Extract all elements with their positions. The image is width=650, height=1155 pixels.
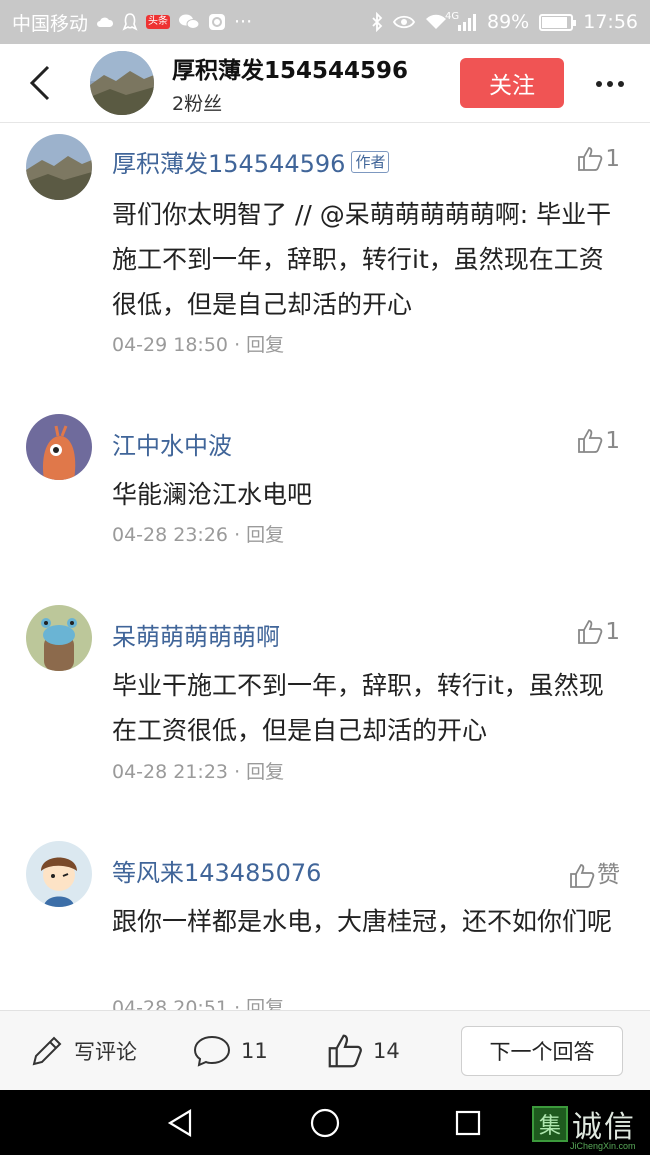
commenter-name-text: 呆萌萌萌萌萌啊 — [112, 623, 280, 651]
status-bar: 中国移动 头条 ··· 4G 89% 17:56 — [0, 0, 650, 44]
commenter-name-text: 等风来143485076 — [112, 859, 322, 887]
like-count-total: 14 — [373, 1039, 400, 1063]
comment-time: 04-28 21:23 — [112, 761, 229, 783]
watermark-text: 诚信 — [572, 1110, 636, 1145]
comment-time: 04-29 18:50 — [112, 334, 229, 356]
watermark-url: JiChengXin.com — [570, 1141, 636, 1151]
commenter-name[interactable]: 厚积薄发154544596 作者 — [112, 144, 390, 179]
reply-link[interactable]: · 回复 — [234, 997, 284, 1010]
reply-link[interactable]: · 回复 — [234, 761, 284, 783]
clock: 17:56 — [583, 11, 638, 33]
comment-meta: 04-28 23:26 · 回复 — [112, 520, 284, 547]
like-count: 1 — [605, 619, 620, 645]
commenter-avatar[interactable] — [26, 605, 92, 671]
comment-count: 11 — [241, 1039, 268, 1063]
back-button[interactable] — [0, 44, 80, 123]
nav-home-button[interactable] — [285, 1090, 365, 1155]
wifi-icon — [425, 14, 447, 30]
news-badge: 头条 — [146, 15, 171, 29]
comment-text: 毕业干施工不到一年，辞职，转行it，虽然现在工资很低，但是自己却活的开心 — [112, 671, 604, 745]
app-notification-icon — [122, 12, 138, 32]
thumbs-up-icon — [578, 620, 603, 644]
commenter-name[interactable]: 等风来143485076 — [112, 853, 321, 888]
more-dot-icon — [596, 81, 602, 87]
battery-percent: 89% — [487, 11, 530, 33]
more-dot-icon — [607, 81, 613, 87]
commenter-avatar[interactable] — [26, 841, 92, 907]
comment-meta: 04-28 20:51 · 回复 — [112, 993, 284, 1010]
reply-link[interactable]: · 回复 — [234, 334, 284, 356]
more-dot-icon — [618, 81, 624, 87]
next-answer-button[interactable]: 下一个回答 — [461, 1026, 623, 1076]
more-notifications-icon: ··· — [234, 11, 253, 33]
reply-link[interactable]: · 回复 — [234, 524, 284, 546]
user-avatar[interactable] — [90, 51, 154, 115]
commenter-avatar[interactable] — [26, 414, 92, 480]
browser-icon — [208, 13, 226, 31]
signal-icon: 4G — [445, 11, 477, 31]
comment-text: 哥们你太明智了 // @呆萌萌萌萌萌啊: 毕业干施工不到一年，辞职，转行it，虽… — [112, 200, 612, 319]
commenter-avatar[interactable] — [26, 134, 92, 200]
like-button[interactable]: 1 — [577, 428, 620, 454]
like-count: 1 — [605, 146, 620, 172]
comment-time: 04-28 23:26 — [112, 524, 229, 546]
bluetooth-icon — [371, 12, 383, 32]
wechat-icon — [178, 13, 200, 31]
like-button[interactable]: 1 — [577, 146, 620, 172]
commenter-name[interactable]: 江中水中波 — [112, 426, 232, 461]
watermark-logo: 集 — [532, 1106, 568, 1142]
comment-meta: 04-29 18:50 · 回复 — [112, 330, 284, 357]
write-comment-button[interactable]: 写评论 — [30, 1011, 137, 1091]
like-button[interactable]: 赞 — [569, 855, 620, 889]
battery-icon — [539, 13, 577, 31]
like-answer-button[interactable]: 14 — [327, 1011, 400, 1091]
site-watermark: 集 诚信 — [532, 1102, 636, 1146]
comment-meta: 04-28 21:23 · 回复 — [112, 757, 284, 784]
page-header: 厚积薄发154544596 2粉丝 关注 — [0, 44, 650, 123]
bottom-action-bar: 写评论 11 14 下一个回答 — [0, 1010, 650, 1090]
more-options-button[interactable] — [590, 64, 630, 104]
commenter-name-text: 厚积薄发154544596 — [112, 150, 346, 178]
commenter-name-text: 江中水中波 — [112, 432, 232, 460]
comment-list[interactable]: 厚积薄发154544596 作者 1 哥们你太明智了 // @呆萌萌萌萌萌啊: … — [0, 124, 650, 1010]
cloud-icon — [96, 16, 114, 28]
thumbs-up-icon — [570, 864, 595, 888]
network-type-label: 4G — [445, 11, 460, 22]
fans-count: 2粉丝 — [172, 92, 223, 115]
thumbs-up-icon — [578, 429, 603, 453]
comments-button[interactable]: 11 — [193, 1011, 268, 1091]
comment-time: 04-28 20:51 — [112, 997, 229, 1010]
like-count: 赞 — [597, 862, 620, 888]
nav-recents-button[interactable] — [428, 1090, 508, 1155]
nav-back-button[interactable] — [140, 1090, 220, 1155]
commenter-name[interactable]: 呆萌萌萌萌萌啊 — [112, 617, 280, 652]
like-count: 1 — [605, 428, 620, 454]
comment-bubble-icon — [193, 1035, 231, 1067]
back-arrow-icon — [29, 65, 50, 101]
comment-text: 华能澜沧江水电吧 — [112, 480, 313, 509]
pencil-icon — [32, 1036, 62, 1066]
comment-text: 跟你一样都是水电，大唐桂冠，还不如你们呢 — [112, 907, 613, 936]
thumbs-up-icon — [578, 147, 603, 171]
write-comment-label: 写评论 — [74, 1040, 137, 1064]
thumbs-up-icon — [328, 1034, 362, 1068]
square-recents-icon — [455, 1110, 481, 1135]
carrier-label: 中国移动 — [12, 12, 89, 35]
circle-home-icon — [310, 1108, 340, 1137]
like-button[interactable]: 1 — [577, 619, 620, 645]
triangle-back-icon — [167, 1108, 192, 1137]
eye-icon — [393, 15, 415, 29]
author-badge: 作者 — [351, 150, 390, 173]
follow-button[interactable]: 关注 — [460, 58, 564, 108]
header-user-name[interactable]: 厚积薄发154544596 — [172, 51, 408, 85]
